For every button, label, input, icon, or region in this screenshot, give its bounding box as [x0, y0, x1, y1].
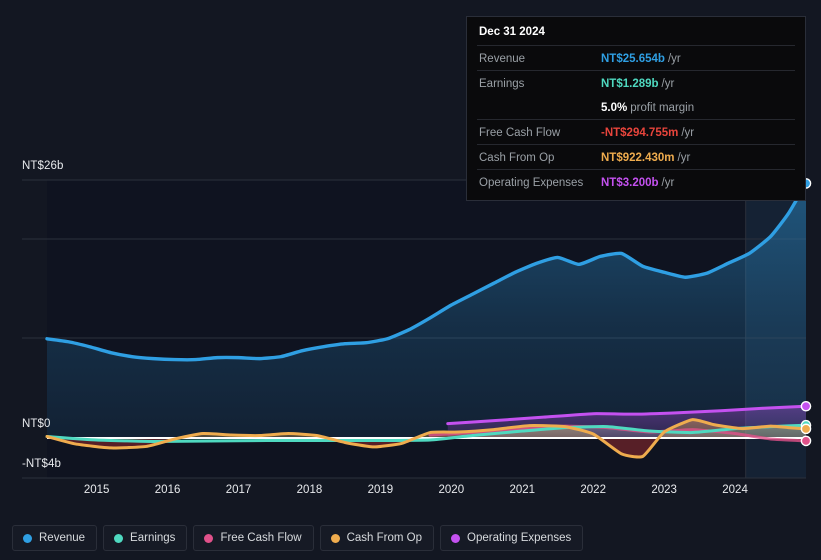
tooltip-row-unit: /yr: [681, 127, 695, 139]
tooltip-row-value-group: NT$25.654b/yr: [601, 49, 681, 67]
tooltip-date: Dec 31 2024: [479, 26, 545, 38]
tooltip-row-value-group: NT$3.200b/yr: [601, 173, 674, 191]
tooltip-row-value: NT$922.430m: [601, 152, 675, 164]
tooltip-row: Earnings NT$1.289b/yr: [477, 70, 795, 95]
legend-item-cash-from-op[interactable]: Cash From Op: [319, 525, 435, 551]
x-axis-tick-2020: 2020: [438, 484, 465, 496]
tooltip-row-label: Cash From Op: [479, 152, 555, 164]
stock-financials-chart: NT$26b NT$0 -NT$4b 2015 2016 2017 2018 2019 2…: [0, 0, 821, 560]
y-axis-label-max: NT$26b: [22, 160, 64, 172]
tooltip-row: Revenue NT$25.654b/yr: [477, 45, 795, 70]
tooltip-row-label: Free Cash Flow: [479, 127, 561, 139]
legend-item-label: Earnings: [130, 532, 176, 544]
legend-item-revenue[interactable]: Revenue: [12, 525, 98, 551]
tooltip-row-label: Earnings: [479, 78, 525, 90]
tooltip-row: 5.0% profit margin: [477, 95, 795, 119]
legend-color-dot: [204, 533, 214, 543]
tooltip-row-value: NT$3.200b: [601, 177, 659, 189]
cash-from-op-endpoint-marker: [800, 423, 812, 435]
x-axis-tick-2016: 2016: [154, 484, 181, 496]
tooltip-row-value: -NT$294.755m: [601, 127, 679, 139]
tooltip-row-value: NT$1.289b: [601, 78, 659, 90]
legend-item-label: Cash From Op: [346, 532, 423, 544]
tooltip-row-unit: /yr: [661, 78, 675, 90]
chart-legend[interactable]: Revenue Earnings Free Cash Flow Cash From O…: [12, 525, 584, 551]
legend-item-label: Revenue: [39, 532, 86, 544]
legend-color-dot: [330, 533, 340, 543]
x-axis-tick-2022: 2022: [580, 484, 606, 496]
x-axis-tick-2021: 2021: [509, 484, 536, 496]
tooltip-row-value: 5.0%: [601, 102, 628, 114]
tooltip-row: Operating Expenses NT$3.200b/yr: [477, 169, 795, 194]
tooltip-row-value-group: 5.0% profit margin: [601, 98, 694, 116]
x-axis-tick-2023: 2023: [651, 484, 677, 496]
legend-item-free-cash-flow[interactable]: Free Cash Flow: [193, 525, 314, 551]
tooltip-row-value-group: NT$1.289b/yr: [601, 74, 674, 92]
tooltip-row-unit: /yr: [677, 152, 691, 164]
y-axis-label-zero: NT$0: [22, 418, 51, 430]
free-cash-flow-endpoint-marker: [800, 435, 812, 447]
legend-item-label: Operating Expenses: [467, 532, 572, 544]
legend-color-dot: [114, 533, 124, 543]
tooltip-row: Cash From Op NT$922.430m/yr: [477, 144, 795, 169]
y-axis-label-min: -NT$4b: [22, 458, 61, 470]
legend-color-dot: [23, 533, 32, 543]
tooltip-rows: Revenue NT$25.654b/yr Earnings NT$1.289b/yr…: [477, 45, 795, 194]
tooltip-row-unit: /yr: [667, 53, 681, 65]
legend-item-operating-expenses[interactable]: Operating Expenses: [440, 525, 584, 551]
legend-color-dot: [451, 533, 461, 543]
x-axis-tick-2024: 2024: [722, 484, 748, 496]
tooltip-row-value-group: -NT$294.755m/yr: [601, 123, 694, 141]
tooltip-row-label: Operating Expenses: [479, 177, 584, 189]
tooltip-row-value: NT$25.654b: [601, 53, 665, 65]
tooltip-row-label: Revenue: [479, 53, 526, 65]
tooltip-row-unit: /yr: [661, 177, 675, 189]
x-axis-tick-2017: 2017: [225, 484, 252, 496]
operating-expenses-endpoint-marker: [800, 400, 812, 412]
data-tooltip: Dec 31 2024 Revenue NT$25.654b/yr Earnings…: [466, 16, 806, 201]
tooltip-row-value-group: NT$922.430m/yr: [601, 148, 690, 166]
x-axis-tick-2019: 2019: [367, 484, 394, 496]
legend-item-label: Free Cash Flow: [220, 532, 302, 544]
tooltip-row: Free Cash Flow -NT$294.755m/yr: [477, 119, 795, 144]
tooltip-row-unit: profit margin: [630, 102, 695, 114]
legend-item-earnings[interactable]: Earnings: [103, 525, 188, 551]
x-axis-tick-2015: 2015: [83, 484, 110, 496]
x-axis-tick-2018: 2018: [296, 484, 323, 496]
